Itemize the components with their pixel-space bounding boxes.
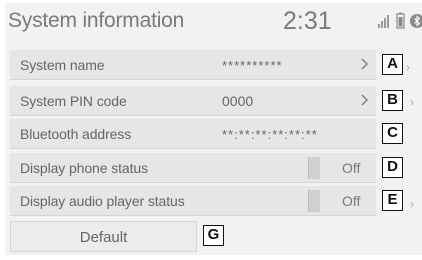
bluetooth-icon bbox=[410, 14, 422, 28]
chevron-right-icon bbox=[358, 54, 372, 74]
toggle-knob bbox=[308, 190, 320, 212]
scroll-edge-mark: › bbox=[406, 60, 410, 74]
default-button-label: Default bbox=[79, 229, 128, 246]
screen-title: System information bbox=[8, 9, 185, 32]
display-audio-player-status-label: Display audio player status bbox=[20, 193, 185, 209]
display-phone-status-label: Display phone status bbox=[20, 160, 148, 176]
callout-g: G bbox=[203, 225, 224, 246]
bluetooth-address-value: **:**:**:**:**:** bbox=[222, 127, 318, 142]
callout-d: D bbox=[382, 157, 403, 178]
battery-icon bbox=[396, 12, 405, 29]
display-phone-status-value: Off bbox=[342, 160, 361, 176]
display-audio-player-status-toggle[interactable]: Off bbox=[308, 190, 384, 212]
scroll-edge-mark: › bbox=[410, 197, 414, 211]
display-audio-player-status-value: Off bbox=[342, 193, 361, 209]
system-information-screen: System information 2:31 System name ****… bbox=[5, 3, 422, 255]
system-name-label: System name bbox=[20, 57, 105, 73]
chevron-right-icon bbox=[358, 90, 372, 110]
system-name-value: ********** bbox=[222, 58, 283, 73]
header-bar: System information 2:31 bbox=[5, 3, 422, 42]
callout-e: E bbox=[382, 190, 403, 211]
scroll-edge-mark: › bbox=[410, 95, 414, 109]
system-name-row[interactable]: System name ********** bbox=[10, 50, 376, 80]
default-button[interactable]: Default bbox=[10, 221, 197, 252]
bluetooth-address-label: Bluetooth address bbox=[20, 126, 132, 142]
system-pin-code-row[interactable]: System PIN code 0000 bbox=[10, 86, 376, 116]
system-pin-code-value: 0000 bbox=[222, 93, 254, 109]
callout-a: A bbox=[382, 54, 403, 75]
status-icons bbox=[377, 12, 422, 30]
system-pin-code-label: System PIN code bbox=[20, 93, 127, 109]
display-phone-status-toggle[interactable]: Off bbox=[308, 157, 384, 179]
clock: 2:31 bbox=[283, 7, 332, 35]
signal-icon bbox=[378, 15, 389, 28]
bluetooth-address-row: Bluetooth address **:**:**:**:**:** bbox=[10, 119, 376, 149]
callout-b: B bbox=[382, 90, 403, 111]
callout-c: C bbox=[382, 123, 403, 144]
toggle-knob bbox=[308, 157, 320, 179]
